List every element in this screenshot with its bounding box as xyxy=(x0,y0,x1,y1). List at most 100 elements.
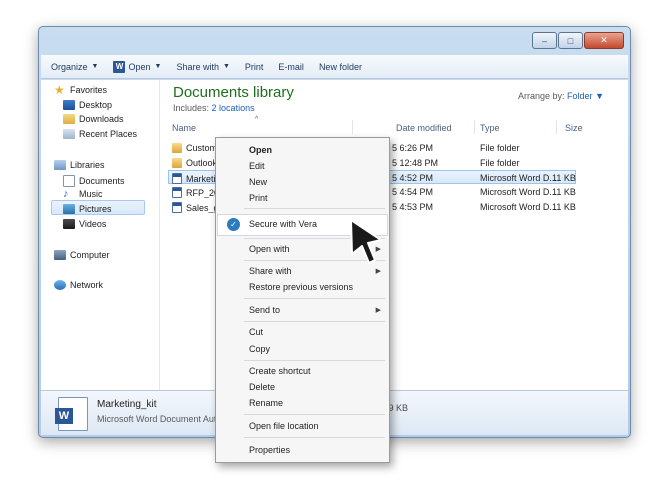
minimize-button[interactable]: – xyxy=(532,32,557,49)
menu-separator xyxy=(244,437,385,438)
menu-item-cut[interactable]: Cut xyxy=(249,327,263,337)
file-type: File folder xyxy=(480,143,520,153)
chevron-down-icon: ▼ xyxy=(595,91,604,101)
word-icon: W xyxy=(113,60,126,73)
nav-item-recent-places[interactable]: Recent Places xyxy=(63,129,137,139)
menu-item-restore-previous-versions[interactable]: Restore previous versions xyxy=(249,282,353,292)
file-date: 5 4:53 PM xyxy=(392,202,434,212)
maximize-button[interactable]: □ xyxy=(558,32,583,49)
downloads-folder-icon xyxy=(63,114,75,124)
share-with-button[interactable]: Share with ▼ xyxy=(176,62,229,72)
nav-item-libraries[interactable]: Libraries xyxy=(54,160,105,170)
file-date: 5 4:52 PM xyxy=(392,173,434,183)
file-date: 5 6:26 PM xyxy=(392,143,434,153)
open-button[interactable]: W Open ▼ xyxy=(113,60,162,73)
open-label: Open xyxy=(128,61,151,72)
chevron-down-icon: ▼ xyxy=(222,63,230,70)
print-label: Print xyxy=(244,61,264,72)
column-separator[interactable] xyxy=(556,120,557,134)
file-type: File folder xyxy=(480,158,520,168)
submenu-arrow-icon: ▶ xyxy=(375,268,381,275)
email-button[interactable]: E-mail xyxy=(278,62,304,72)
pictures-icon xyxy=(63,204,75,214)
recent-places-icon xyxy=(63,129,75,139)
menu-item-open-with[interactable]: Open with xyxy=(249,244,290,254)
context-menu: Open Edit New Print ✓ Secure with Vera O… xyxy=(215,137,390,463)
details-file-type: Microsoft Word Document Aut xyxy=(97,414,217,424)
menu-item-rename[interactable]: Rename xyxy=(249,398,283,408)
column-separator[interactable] xyxy=(474,120,475,134)
share-label: Share with xyxy=(176,61,219,72)
menu-item-open-file-location[interactable]: Open file location xyxy=(249,421,319,431)
folder-icon xyxy=(172,143,182,153)
libraries-icon xyxy=(54,160,66,170)
includes-label: Includes: xyxy=(173,103,210,113)
locations-link[interactable]: 2 locations xyxy=(212,103,255,113)
computer-icon xyxy=(54,250,66,260)
file-size: 11 KB xyxy=(552,173,576,183)
nav-item-desktop[interactable]: Desktop xyxy=(63,100,112,110)
menu-item-share-with[interactable]: Share with xyxy=(249,266,292,276)
nav-label: Music xyxy=(79,189,103,199)
file-date: 5 4:54 PM xyxy=(392,187,434,197)
nav-item-downloads[interactable]: Downloads xyxy=(63,114,124,124)
nav-label: Network xyxy=(70,280,104,290)
column-separator[interactable] xyxy=(352,120,353,134)
music-note-icon: ♪ xyxy=(63,188,69,200)
menu-item-delete[interactable]: Delete xyxy=(249,382,275,392)
menu-item-send-to[interactable]: Send to xyxy=(249,305,280,315)
print-button[interactable]: Print xyxy=(245,62,264,72)
menu-item-copy[interactable]: Copy xyxy=(249,344,270,354)
menu-separator xyxy=(244,414,385,415)
navigation-pane: ★ Favorites Desktop Downloads Recent Pla… xyxy=(41,80,160,390)
nav-label: Videos xyxy=(79,219,107,229)
column-header-size[interactable]: Size xyxy=(565,123,583,133)
folder-icon xyxy=(172,158,182,168)
submenu-arrow-icon: ▶ xyxy=(375,307,381,314)
file-type: Microsoft Word D... xyxy=(480,173,557,183)
arrange-by: Arrange by: Folder ▼ xyxy=(518,91,604,101)
menu-separator xyxy=(244,360,385,361)
email-label: E-mail xyxy=(278,61,304,72)
window-controls: – □ ✕ xyxy=(531,32,624,49)
word-document-large-icon: W xyxy=(55,397,88,431)
details-file-name: Marketing_kit xyxy=(97,399,157,410)
nav-item-network[interactable]: Network xyxy=(54,280,103,290)
chevron-down-icon: ▼ xyxy=(154,63,162,70)
menu-separator xyxy=(244,208,385,209)
arrange-value: Folder xyxy=(567,91,593,101)
arrange-by-dropdown[interactable]: Folder ▼ xyxy=(567,91,604,101)
nav-item-documents[interactable]: Documents xyxy=(63,175,125,187)
mouse-pointer-icon xyxy=(350,219,382,264)
videos-icon xyxy=(63,219,75,229)
close-button[interactable]: ✕ xyxy=(584,32,624,49)
menu-separator xyxy=(244,298,385,299)
menu-item-create-shortcut[interactable]: Create shortcut xyxy=(249,366,311,376)
file-type: Microsoft Word D... xyxy=(480,187,557,197)
library-title: Documents library xyxy=(173,84,294,101)
file-size: 11 KB xyxy=(552,202,576,212)
nav-item-pictures[interactable]: Pictures xyxy=(63,204,112,214)
arrange-label: Arrange by: xyxy=(518,91,565,101)
menu-item-new[interactable]: New xyxy=(249,177,267,187)
nav-label: Documents xyxy=(79,176,125,186)
nav-item-music[interactable]: ♪ Music xyxy=(63,188,103,200)
nav-item-favorites[interactable]: ★ Favorites xyxy=(54,84,107,96)
nav-item-videos[interactable]: Videos xyxy=(63,219,106,229)
column-header-date[interactable]: Date modified xyxy=(396,123,452,133)
menu-item-edit[interactable]: Edit xyxy=(249,161,265,171)
menu-item-print[interactable]: Print xyxy=(249,193,268,203)
title-bar: – □ ✕ xyxy=(39,27,630,55)
word-document-icon xyxy=(172,173,182,184)
new-folder-label: New folder xyxy=(318,61,362,72)
column-header-type[interactable]: Type xyxy=(480,123,500,133)
menu-item-properties[interactable]: Properties xyxy=(249,445,290,455)
menu-item-open[interactable]: Open xyxy=(249,145,272,155)
nav-item-computer[interactable]: Computer xyxy=(54,250,110,260)
organize-button[interactable]: Organize ▼ xyxy=(51,62,98,72)
file-size: 11 KB xyxy=(552,187,576,197)
column-header-name[interactable]: Name xyxy=(172,123,196,133)
file-date: 5 12:48 PM xyxy=(392,158,439,168)
new-folder-button[interactable]: New folder xyxy=(319,62,362,72)
menu-item-vera-label: Secure with Vera xyxy=(249,219,318,229)
